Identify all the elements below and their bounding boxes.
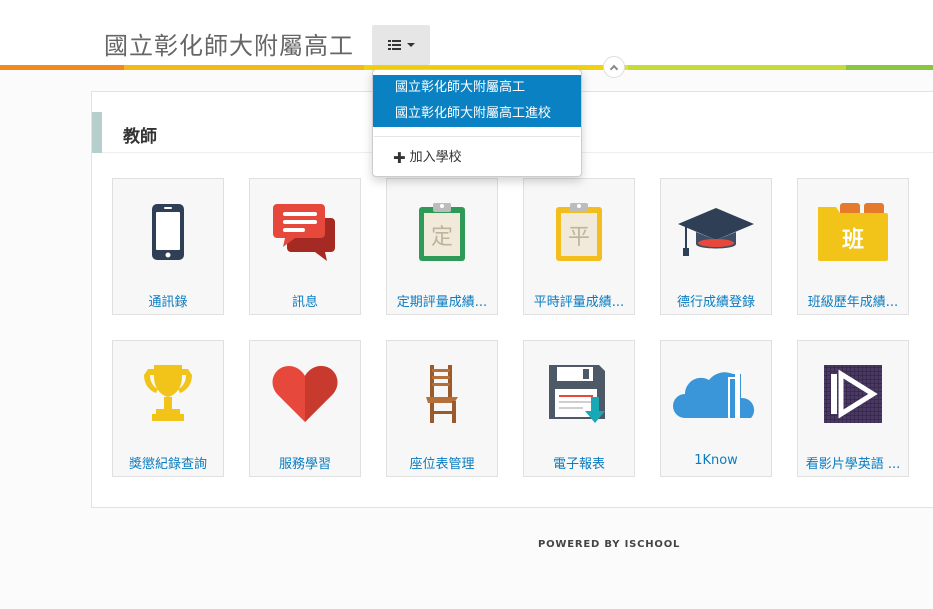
tile-label: 訊息	[291, 295, 318, 310]
tile-service-learning[interactable]: 服務學習	[249, 340, 361, 477]
cloud-icon	[661, 359, 771, 429]
caret-down-icon	[406, 43, 415, 47]
tile-label: 定期評量成績...	[396, 295, 488, 310]
dropdown-divider	[374, 136, 580, 137]
svg-text:定: 定	[431, 225, 453, 250]
tile-label: 獎懲紀錄查詢	[128, 457, 207, 472]
chair-icon	[387, 359, 497, 429]
chevron-up-icon	[609, 64, 619, 73]
add-school-button[interactable]: ✚ 加入學校	[373, 145, 581, 171]
tile-label: 通訊錄	[148, 295, 188, 310]
tile-label: 德行成績登錄	[676, 295, 755, 310]
panel-title: 教師	[123, 127, 157, 147]
tile-conduct-grades[interactable]: 德行成績登錄	[660, 178, 772, 315]
school-menu-toggle[interactable]	[372, 25, 430, 65]
plus-icon: ✚	[393, 149, 406, 167]
tile-daily-grades[interactable]: 平 平時評量成績...	[523, 178, 635, 315]
tile-e-reports[interactable]: 電子報表	[523, 340, 635, 477]
collapse-header-button[interactable]	[603, 56, 625, 78]
tile-class-history-grades[interactable]: 班 班級歷年成績...	[797, 178, 909, 315]
clipboard-ping-icon: 平	[524, 197, 634, 267]
tile-label: 班級歷年成績...	[807, 295, 899, 310]
color-segment	[846, 65, 933, 70]
add-school-label: 加入學校	[409, 150, 462, 165]
floppy-download-icon	[524, 359, 634, 429]
tile-periodic-grades[interactable]: 定 定期評量成績...	[386, 178, 498, 315]
list-icon	[387, 40, 401, 50]
color-segment	[124, 65, 364, 70]
tile-label: 平時評量成績...	[533, 295, 625, 310]
tile-label: 服務學習	[278, 457, 331, 472]
heart-icon	[250, 359, 360, 429]
tile-contacts[interactable]: 通訊錄	[112, 178, 224, 315]
clipboard-ding-icon: 定	[387, 197, 497, 267]
video-play-icon	[798, 359, 908, 429]
phone-icon	[113, 197, 223, 267]
trophy-icon	[113, 359, 223, 429]
school-dropdown-menu: 國立彰化師大附屬高工 國立彰化師大附屬高工進校 ✚ 加入學校	[372, 69, 582, 177]
tile-label: 看影片學英語 ...	[805, 457, 901, 472]
dropdown-item-school-2[interactable]: 國立彰化師大附屬高工進校	[373, 101, 581, 127]
chat-icon	[250, 197, 360, 267]
panel-accent	[92, 112, 102, 153]
svg-text:班: 班	[842, 228, 864, 253]
tile-label: 1Know	[694, 453, 738, 468]
color-segment	[628, 65, 846, 70]
color-segment	[0, 65, 124, 70]
footer-powered-by: POWERED BY ISCHOOL	[538, 539, 681, 550]
tile-video-english[interactable]: 看影片學英語 ...	[797, 340, 909, 477]
tile-label: 電子報表	[552, 457, 605, 472]
header: 國立彰化師大附屬高工	[0, 0, 933, 70]
class-folder-icon: 班	[798, 197, 908, 267]
graduation-cap-icon	[661, 197, 771, 267]
tile-1know[interactable]: 1Know	[660, 340, 772, 477]
tile-label: 座位表管理	[409, 457, 475, 472]
tile-rewards-records[interactable]: 獎懲紀錄查詢	[112, 340, 224, 477]
tile-seating-chart[interactable]: 座位表管理	[386, 340, 498, 477]
school-title: 國立彰化師大附屬高工	[104, 32, 354, 60]
svg-text:平: 平	[568, 225, 590, 250]
dropdown-item-school-1[interactable]: 國立彰化師大附屬高工	[373, 75, 581, 101]
tile-messages[interactable]: 訊息	[249, 178, 361, 315]
